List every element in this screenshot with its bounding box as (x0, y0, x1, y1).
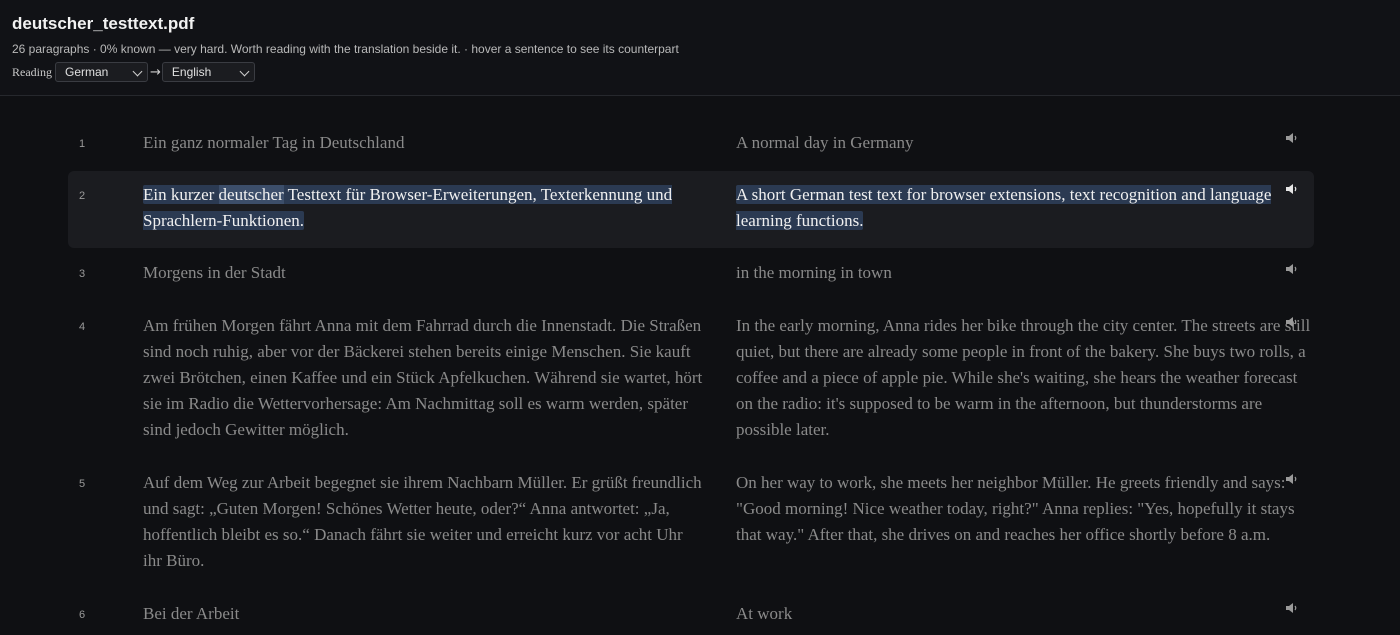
speaker-icon[interactable] (1285, 602, 1299, 614)
speaker-icon[interactable] (1285, 132, 1299, 144)
source-sentence[interactable]: Ein kurzer deutscher Testtext für Browse… (143, 182, 703, 234)
paragraph-row[interactable]: 6 Bei der Arbeit At work (68, 599, 1314, 635)
paragraph-number: 4 (79, 321, 86, 333)
reading-label: Reading (12, 64, 52, 79)
chevron-down-icon (239, 66, 250, 77)
sentence-highlight: Ein kurzer deutscher Testtext für Browse… (143, 185, 673, 230)
translation-sentence[interactable]: At work (736, 601, 1311, 627)
translation-sentence[interactable]: in the morning in town (736, 260, 1311, 286)
translation-sentence[interactable]: In the early morning, Anna rides her bik… (736, 313, 1311, 443)
source-sentence[interactable]: Am frühen Morgen fährt Anna mit dem Fahr… (143, 313, 703, 443)
speaker-icon[interactable] (1285, 316, 1299, 328)
paragraph-row[interactable]: 1 Ein ganz normaler Tag in Deutschland A… (68, 128, 1314, 160)
paragraph-number: 5 (79, 478, 86, 490)
paragraph-number: 6 (79, 609, 86, 621)
source-sentence[interactable]: Bei der Arbeit (143, 601, 703, 627)
paragraph-number: 2 (79, 190, 86, 202)
language-selector-row: Reading German → English (12, 62, 255, 82)
sentence-text-start: Ein kurzer (143, 185, 219, 204)
paragraph-row[interactable]: 4 Am frühen Morgen fährt Anna mit dem Fa… (68, 311, 1314, 451)
chevron-down-icon (132, 66, 143, 77)
translation-highlight: A short German test text for browser ext… (736, 185, 1272, 230)
arrow-right-icon: → (150, 64, 161, 80)
speaker-icon[interactable] (1285, 263, 1299, 275)
paragraph-list: 1 Ein ganz normaler Tag in Deutschland A… (0, 96, 1400, 635)
source-language-value: German (65, 65, 109, 79)
paragraph-number: 1 (79, 138, 86, 150)
hovered-word[interactable]: deutscher (218, 185, 284, 204)
source-sentence[interactable]: Ein ganz normaler Tag in Deutschland (143, 130, 703, 156)
translation-sentence[interactable]: A normal day in Germany (736, 130, 1311, 156)
translation-sentence[interactable]: On her way to work, she meets her neighb… (736, 470, 1311, 548)
paragraph-number: 3 (79, 268, 86, 280)
source-language-select[interactable]: German (55, 62, 148, 82)
document-summary: 26 paragraphs · 0% known — very hard. Wo… (12, 42, 679, 56)
paragraph-row[interactable]: 5 Auf dem Weg zur Arbeit begegnet sie ih… (68, 468, 1314, 578)
target-language-value: English (171, 65, 212, 79)
source-sentence[interactable]: Auf dem Weg zur Arbeit begegnet sie ihre… (143, 470, 703, 574)
paragraph-row[interactable]: 3 Morgens in der Stadt in the morning in… (68, 258, 1314, 290)
translation-sentence[interactable]: A short German test text for browser ext… (736, 182, 1311, 234)
target-language-select[interactable]: English (161, 62, 255, 82)
speaker-icon[interactable] (1285, 473, 1299, 485)
source-sentence[interactable]: Morgens in der Stadt (143, 260, 703, 286)
speaker-icon[interactable] (1285, 183, 1299, 195)
paragraph-row-active[interactable]: 2 Ein kurzer deutscher Testtext für Brow… (68, 171, 1314, 248)
document-header: deutscher_testtext.pdf 26 paragraphs · 0… (0, 0, 1400, 96)
document-title: deutscher_testtext.pdf (12, 14, 195, 33)
